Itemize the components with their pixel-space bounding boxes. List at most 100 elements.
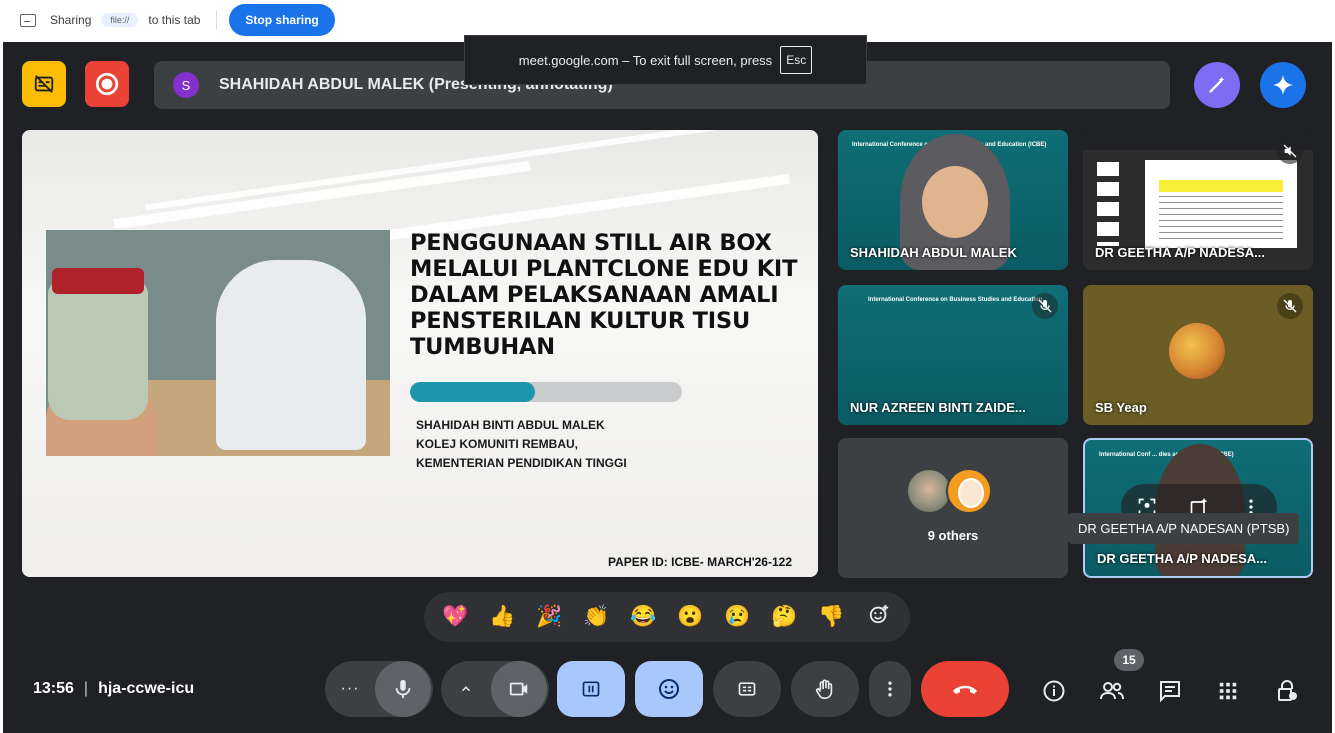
meeting-details-button[interactable]: [1039, 676, 1069, 706]
avatar: [1169, 323, 1225, 379]
sharing-tab-label: to this tab: [148, 13, 201, 27]
participant-tile-shahidah[interactable]: International Conference on Business Stu…: [838, 130, 1068, 270]
sparkle-icon: [1273, 75, 1293, 95]
participant-tile-nur[interactable]: International Conference on Business Stu…: [838, 285, 1068, 425]
reaction-thumbs-up[interactable]: 👍: [486, 605, 520, 629]
gemini-button[interactable]: [1260, 62, 1306, 108]
recording-button[interactable]: [85, 61, 129, 107]
conference-header: International Conference on Business Stu…: [868, 297, 1043, 303]
videocam-icon: [509, 682, 528, 696]
mic-icon: [395, 679, 411, 699]
more-options-button[interactable]: [869, 661, 911, 717]
reaction-party[interactable]: 🎉: [533, 605, 567, 629]
author-line: SHAHIDAH BINTI ABDUL MALEK: [416, 418, 605, 432]
camera-control-group: [441, 661, 549, 717]
participant-face: [922, 166, 988, 238]
reaction-laugh[interactable]: 😂: [627, 605, 661, 629]
author-line: KOLEJ KOMUNITI REMBAU,: [416, 437, 578, 451]
sharing-label: Sharing: [50, 13, 92, 27]
mic-off-icon: [1038, 299, 1052, 313]
slide-author: SHAHIDAH BINTI ABDUL MALEK KOLEJ KOMUNIT…: [416, 416, 627, 473]
sharing-bar: Sharing file:// to this tab Stop sharing: [0, 0, 1335, 40]
people-icon: [1100, 682, 1124, 700]
captions-off-button[interactable]: [22, 61, 66, 107]
stop-sharing-button[interactable]: Stop sharing: [229, 4, 335, 36]
mic-control-group: ···: [325, 661, 433, 717]
meeting-code: hja-ccwe-icu: [98, 680, 195, 697]
participant-tile-others[interactable]: 9 others: [838, 438, 1068, 578]
volume-off-icon: [1283, 144, 1297, 158]
divider: [216, 10, 218, 30]
chevron-up-icon: [461, 686, 471, 692]
more-vert-icon: [888, 681, 892, 697]
record-icon: [95, 72, 119, 96]
apps-icon: [1219, 682, 1237, 700]
bottom-toolbar: 13:56 | hja-ccwe-icu ···: [0, 660, 1335, 733]
camera-button[interactable]: [491, 661, 547, 717]
more-horiz-icon: ···: [340, 680, 360, 697]
participant-name: SB Yeap: [1095, 400, 1147, 415]
present-icon: [582, 681, 600, 697]
participant-name: SHAHIDAH ABDUL MALEK: [850, 245, 1017, 260]
microphone-button[interactable]: [375, 661, 431, 717]
reaction-heart[interactable]: 💖: [439, 605, 473, 629]
shared-url: file://: [101, 13, 139, 27]
participant-tile-sb-yeap[interactable]: SB Yeap: [1083, 285, 1313, 425]
participant-tile-geetha-screen[interactable]: DR GEETHA A/P NADESA...: [1083, 130, 1313, 270]
info-icon: [1043, 680, 1065, 702]
participant-name: DR GEETHA A/P NADESA...: [1095, 245, 1265, 260]
call-end-icon: [953, 685, 977, 694]
presenter-avatar: S: [173, 72, 199, 98]
people-button[interactable]: [1097, 676, 1127, 706]
captions-off-icon: [34, 75, 54, 93]
participant-tooltip: DR GEETHA A/P NADESAN (PTSB): [1068, 513, 1300, 544]
leave-call-button[interactable]: [921, 661, 1009, 717]
captions-button[interactable]: [713, 661, 781, 717]
participants-count-badge: 15: [1114, 649, 1144, 671]
closed-caption-icon: [738, 682, 756, 696]
participant-tile-geetha-cam[interactable]: International Conf ... dies and Educatio…: [1083, 438, 1313, 578]
emoji-icon: [659, 679, 679, 699]
reaction-thinking[interactable]: 🤔: [768, 605, 802, 629]
reactions-bar: 💖 👍 🎉 👏 😂 😮 😢 🤔 👎: [424, 592, 910, 642]
esc-key: Esc: [780, 46, 813, 74]
participant-name: DR GEETHA A/P NADESA...: [1097, 551, 1267, 566]
mic-off-icon: [1283, 299, 1297, 313]
others-count-label: 9 others: [927, 528, 979, 543]
author-line: KEMENTERIAN PENDIDIKAN TINGGI: [416, 456, 627, 470]
present-now-button[interactable]: [557, 661, 625, 717]
annotate-button[interactable]: [1194, 62, 1240, 108]
muted-speaker-indicator: [1277, 138, 1303, 164]
add-reaction-icon[interactable]: [862, 603, 896, 631]
slide-progress-bar: [410, 382, 682, 402]
reaction-cry[interactable]: 😢: [721, 605, 755, 629]
chat-button[interactable]: [1155, 676, 1185, 706]
separator: |: [83, 680, 89, 697]
host-controls-button[interactable]: [1272, 676, 1302, 706]
fullscreen-toast-text: meet.google.com – To exit full screen, p…: [518, 52, 773, 68]
reaction-thumbs-down[interactable]: 👎: [815, 605, 849, 629]
fullscreen-toast: meet.google.com – To exit full screen, p…: [464, 35, 867, 85]
reactions-button[interactable]: [635, 661, 703, 717]
muted-indicator: [1277, 293, 1303, 319]
activities-button[interactable]: [1213, 676, 1243, 706]
slide-progress-fill: [410, 382, 536, 402]
raise-hand-button[interactable]: [791, 661, 859, 717]
avatar: [946, 468, 992, 514]
presentation-slide: PENGGUNAAN STILL AIR BOX MELALUI PLANTCL…: [22, 130, 818, 577]
reaction-surprised[interactable]: 😮: [674, 605, 708, 629]
reaction-clap[interactable]: 👏: [580, 605, 614, 629]
pen-icon: [1209, 76, 1225, 93]
screen-share-icon: [20, 13, 36, 27]
hand-icon: [815, 679, 833, 699]
video-options-button[interactable]: [441, 661, 491, 717]
participant-name: NUR AZREEN BINTI ZAIDE...: [850, 400, 1026, 415]
meeting-info: 13:56 | hja-ccwe-icu: [33, 680, 194, 698]
muted-indicator: [1032, 293, 1058, 319]
chat-icon: [1160, 681, 1180, 703]
current-time: 13:56: [33, 680, 74, 697]
slide-photo: [46, 230, 390, 456]
audio-options-button[interactable]: ···: [325, 661, 375, 717]
paper-id: PAPER ID: ICBE- MARCH'26-122: [608, 555, 792, 569]
slide-title: PENGGUNAAN STILL AIR BOX MELALUI PLANTCL…: [410, 230, 798, 360]
